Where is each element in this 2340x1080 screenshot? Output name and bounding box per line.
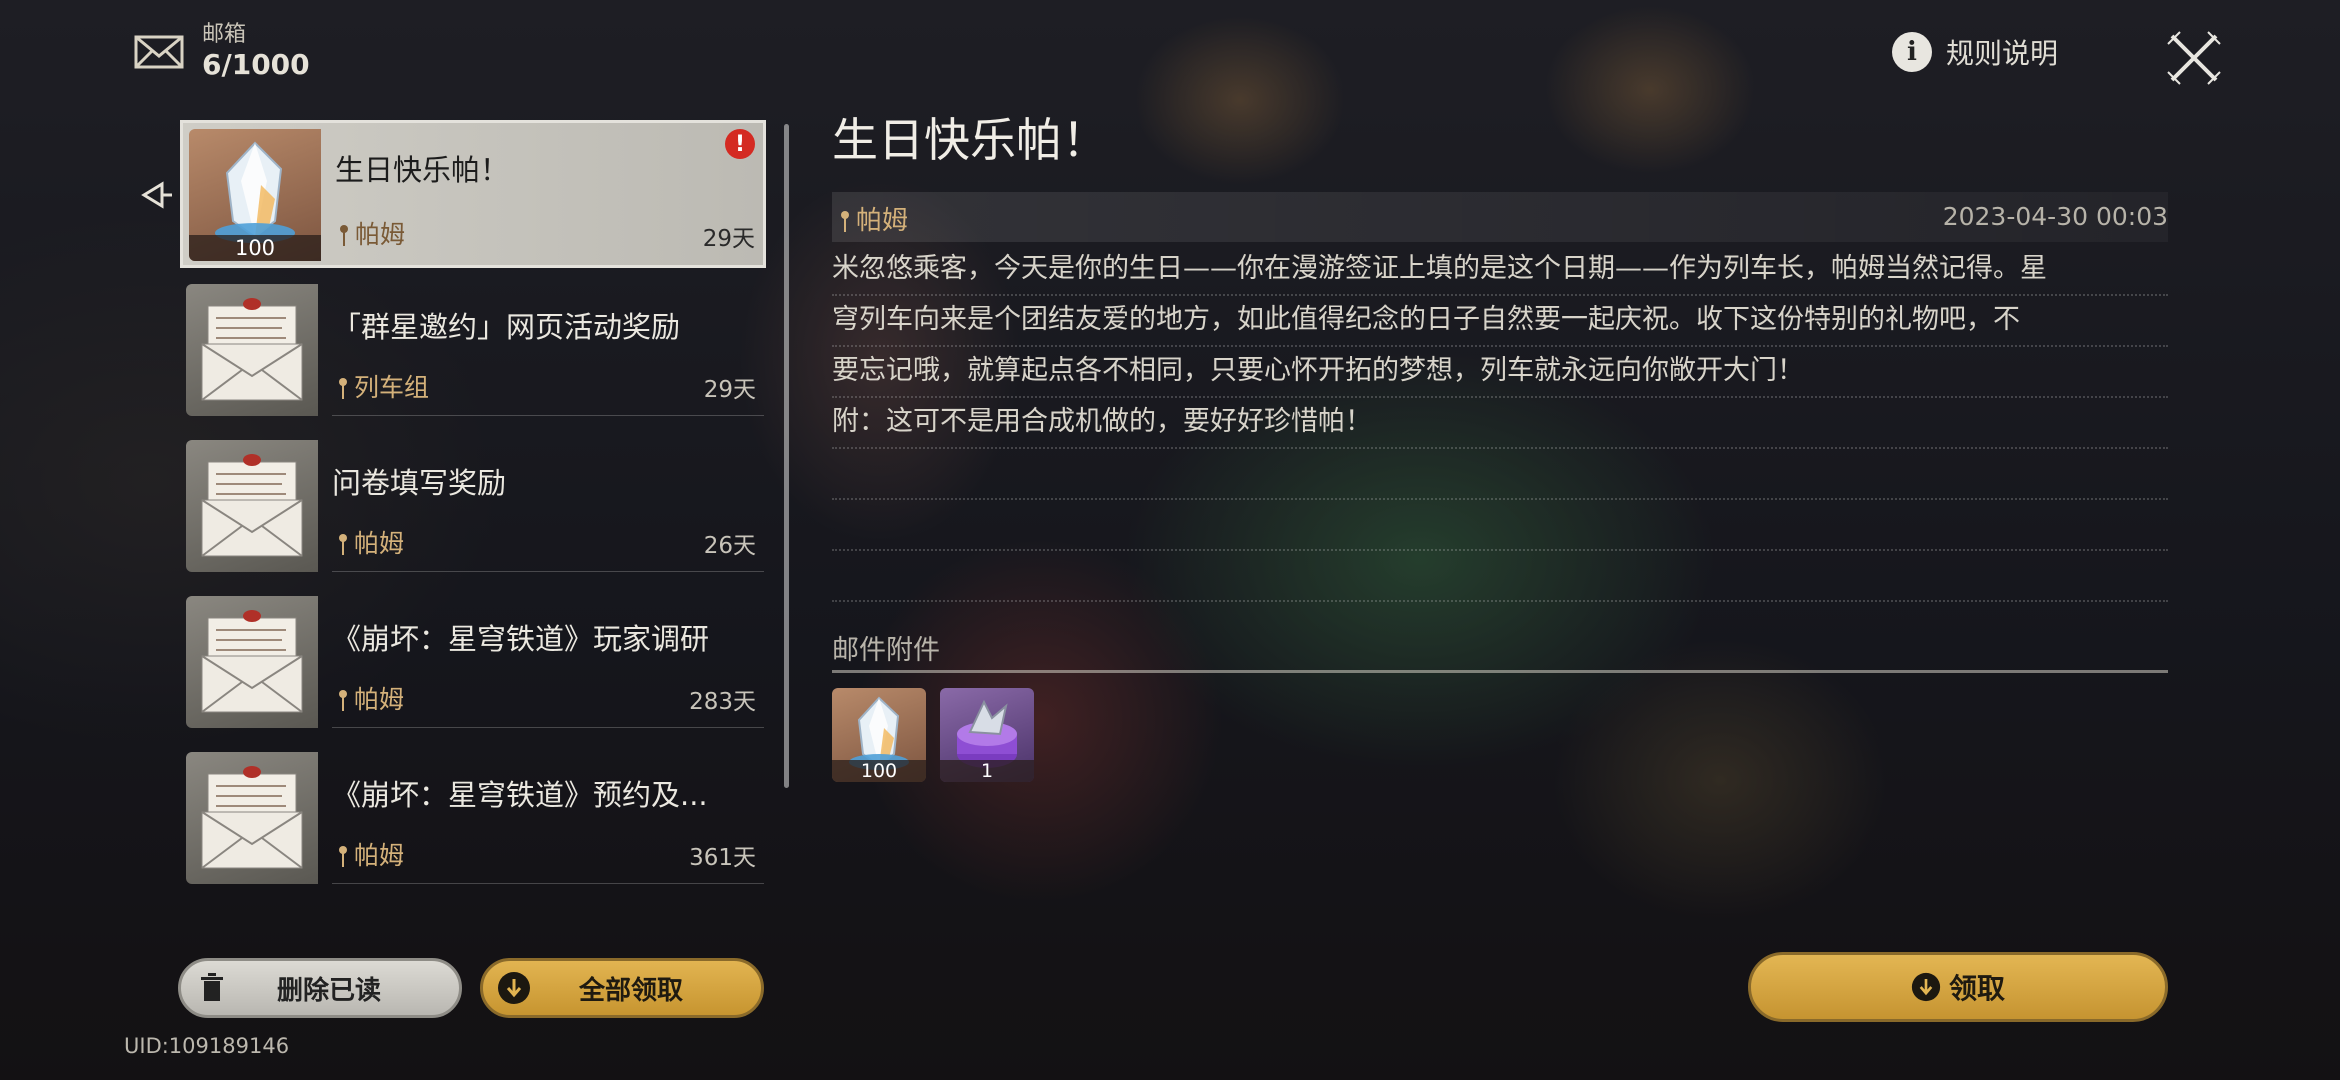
- body-line: 附：这可不是用合成机做的，要好好珍惜帕！: [832, 399, 2168, 449]
- mail-sender: 帕姆: [338, 680, 404, 716]
- attachment-item[interactable]: 1: [940, 688, 1034, 782]
- mail-sender-name: 帕姆: [354, 529, 405, 558]
- mail-thumbnail: [186, 596, 318, 728]
- mail-title: 《崩坏：星穹铁道》玩家调研: [332, 622, 710, 656]
- mail-sender-name: 列车组: [354, 373, 430, 402]
- letter-icon: [201, 298, 303, 401]
- mail-title: 《崩坏：星穹铁道》预约及...: [332, 778, 708, 812]
- mail-detail-title: 生日快乐帕！: [832, 113, 1108, 167]
- mail-days-left: 283天: [689, 689, 756, 715]
- claim-all-label: 全部领取: [578, 975, 683, 1006]
- delete-read-label: 删除已读: [276, 975, 381, 1006]
- mail-item[interactable]: 100 生日快乐帕！ 帕姆 29天 !: [180, 120, 766, 268]
- rules-label: 规则说明: [1946, 37, 2059, 70]
- letter-icon: [201, 610, 303, 713]
- attachment-item[interactable]: 100: [832, 688, 926, 782]
- pin-icon: [339, 690, 347, 711]
- letter-icon: [201, 454, 303, 557]
- mail-sender: 帕姆: [339, 215, 405, 251]
- body-line: 穹列车向来是个团结友爱的地方，如此值得纪念的日子自然要一起庆祝。收下这份特别的礼…: [832, 297, 2168, 347]
- divider: [332, 415, 764, 416]
- mail-title: 问卷填写奖励: [332, 466, 507, 500]
- mail-item[interactable]: 《崩坏：星穹铁道》玩家调研 帕姆 283天: [186, 596, 764, 728]
- claim-all-button[interactable]: 全部领取: [480, 958, 764, 1018]
- mail-thumbnail: [186, 284, 318, 416]
- mail-sender: 列车组: [338, 368, 429, 404]
- delete-read-button[interactable]: 删除已读: [178, 958, 462, 1018]
- claim-button[interactable]: 领取: [1748, 952, 2168, 1022]
- mail-days-left: 26天: [703, 533, 756, 559]
- download-icon: [498, 972, 530, 1004]
- selected-arrow-icon: [141, 181, 172, 209]
- unread-badge: !: [725, 129, 755, 159]
- body-line: 米忽悠乘客，今天是你的生日——你在漫游签证上填的是这个日期——作为列车长，帕姆当…: [832, 246, 2168, 296]
- divider: [332, 727, 764, 728]
- info-icon: i: [1892, 32, 1932, 72]
- thumb-quantity: 100: [189, 235, 321, 261]
- mail-title: 「群星邀约」网页活动奖励: [332, 310, 681, 344]
- mail-sender-name: 帕姆: [354, 685, 405, 714]
- download-icon: [1911, 972, 1941, 1002]
- attachments-divider: [832, 670, 2168, 673]
- mail-sender-name: 帕姆: [354, 841, 405, 870]
- mail-item[interactable]: 《崩坏：星穹铁道》预约及... 帕姆 361天: [186, 752, 764, 884]
- attachment-quantity: 1: [940, 760, 1034, 782]
- mail-title: 生日快乐帕！: [335, 153, 510, 187]
- mail-item[interactable]: 问卷填写奖励 帕姆 26天: [186, 440, 764, 572]
- mailbox-header: 邮箱 6/1000: [134, 22, 310, 82]
- pin-icon: [340, 225, 348, 246]
- body-line: [832, 501, 2168, 551]
- pin-icon: [339, 378, 347, 399]
- uid-text: UID:109189146: [124, 1034, 290, 1058]
- mail-sender: 帕姆: [338, 836, 404, 872]
- detail-date: 2023-04-30 00:03: [1942, 202, 2168, 231]
- mailbox-label: 邮箱: [202, 22, 247, 47]
- mail-days-left: 29天: [702, 226, 755, 252]
- mail-body: 米忽悠乘客，今天是你的生日——你在漫游签证上填的是这个日期——作为列车长，帕姆当…: [832, 246, 2168, 602]
- list-scrollbar[interactable]: [784, 124, 789, 788]
- rules-button[interactable]: i 规则说明: [1892, 32, 2058, 72]
- mail-days-left: 29天: [703, 377, 756, 403]
- pin-icon: [339, 534, 347, 555]
- mail-item[interactable]: 「群星邀约」网页活动奖励 列车组 29天: [186, 284, 764, 416]
- trash-icon: [201, 973, 223, 1001]
- mail-thumbnail: 100: [189, 129, 321, 261]
- body-line: 要忘记哦，就算起点各不相同，只要心怀开拓的梦想，列车就永远向你敞开大门！: [832, 348, 2168, 398]
- body-line: [832, 450, 2168, 500]
- letter-icon: [201, 766, 303, 869]
- body-line: [832, 552, 2168, 602]
- detail-sender: 帕姆: [840, 200, 908, 237]
- pin-icon: [339, 846, 347, 867]
- mail-days-left: 361天: [689, 845, 756, 871]
- attachment-quantity: 100: [832, 760, 926, 782]
- divider: [332, 571, 764, 572]
- attachments-label: 邮件附件: [832, 635, 940, 666]
- pin-icon: [841, 211, 849, 232]
- mailbox-count: 6/1000: [202, 48, 310, 81]
- envelope-icon: [134, 35, 184, 69]
- mail-sender: 帕姆: [338, 524, 404, 560]
- mail-thumbnail: [186, 752, 318, 884]
- divider: [332, 883, 764, 884]
- mail-sender-name: 帕姆: [355, 220, 406, 249]
- mail-thumbnail: [186, 440, 318, 572]
- close-icon[interactable]: [2166, 30, 2222, 86]
- detail-sender-name: 帕姆: [856, 206, 909, 236]
- mail-detail-meta: 帕姆 2023-04-30 00:03: [832, 192, 2168, 242]
- claim-label: 领取: [1948, 972, 2005, 1005]
